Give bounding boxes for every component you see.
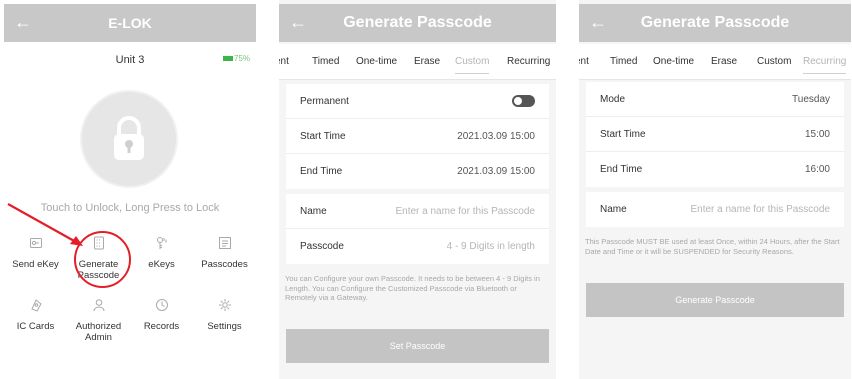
recurring-settings-card: Mode Tuesday Start Time 15:00 End Time 1… <box>586 82 844 187</box>
name-label: Name <box>300 206 327 217</box>
tab-permanent[interactable]: ent <box>279 56 289 67</box>
menu-label: Records <box>143 321 180 332</box>
end-time-row[interactable]: End Time 2021.03.09 15:00 <box>286 154 549 189</box>
name-input[interactable]: Enter a name for this Passcode <box>395 206 535 217</box>
key-icon <box>156 237 166 249</box>
tab-erase[interactable]: Erase <box>711 56 737 67</box>
name-row: Name Enter a name for this Passcode <box>586 192 844 227</box>
passcode-label: Passcode <box>300 241 344 252</box>
name-input[interactable]: Enter a name for this Passcode <box>690 204 830 215</box>
end-time-value: 16:00 <box>804 164 830 175</box>
tab-timed[interactable]: Timed <box>610 56 637 67</box>
records-button[interactable]: Records <box>130 298 193 332</box>
start-time-row[interactable]: Start Time 2021.03.09 15:00 <box>286 119 549 154</box>
passcode-input[interactable]: 4 - 9 Digits in length <box>447 241 535 252</box>
passcode-details-card: Name Enter a name for this Passcode Pass… <box>286 194 549 264</box>
mode-value: Tuesday <box>792 94 830 105</box>
screen-title: Generate Passcode <box>343 14 492 31</box>
screen-header: ← Generate Passcode <box>279 4 556 42</box>
menu-label: IC Cards <box>16 321 55 332</box>
app-header: ← E-LOK <box>4 4 256 42</box>
history-icon <box>155 299 168 311</box>
settings-button[interactable]: Settings <box>193 298 256 332</box>
menu-label: eKeys <box>148 259 175 270</box>
passcode-type-tabs: ent Timed One-time Erase Custom Recurrin… <box>579 44 851 80</box>
gear-icon <box>218 299 231 311</box>
app-title: E-LOK <box>108 15 152 31</box>
generate-passcode-custom-screen: ← Generate Passcode ent Timed One-time E… <box>279 0 556 379</box>
start-time-value: 15:00 <box>804 129 830 140</box>
ic-cards-button[interactable]: IC Cards <box>4 298 67 332</box>
unlock-button[interactable] <box>80 90 178 188</box>
tab-custom[interactable]: Custom <box>757 56 791 67</box>
back-arrow-icon[interactable]: ← <box>289 12 307 33</box>
back-arrow-icon[interactable]: ← <box>14 12 32 33</box>
start-time-value: 2021.03.09 15:00 <box>457 131 535 142</box>
elok-home-screen: ← E-LOK Unit 3 75% Touch to Unlock, Long… <box>4 0 256 379</box>
unit-name: Unit 3 <box>115 54 145 66</box>
tab-custom[interactable]: Custom <box>455 56 490 74</box>
padlock-icon <box>114 116 144 160</box>
screen-title: Generate Passcode <box>640 14 790 31</box>
permanent-toggle[interactable] <box>512 95 535 107</box>
battery-level: 75% <box>233 54 250 63</box>
set-passcode-button[interactable]: Set Passcode <box>286 329 549 363</box>
passcodes-button[interactable]: Passcodes <box>193 236 256 270</box>
end-time-value: 2021.03.09 15:00 <box>457 166 535 177</box>
tab-one-time[interactable]: One-time <box>356 56 397 67</box>
tab-one-time[interactable]: One-time <box>653 56 694 67</box>
screen-header: ← Generate Passcode <box>579 4 851 42</box>
start-time-row[interactable]: Start Time 15:00 <box>586 117 844 152</box>
name-row: Name Enter a name for this Passcode <box>286 194 549 229</box>
menu-label: Settings <box>207 321 242 332</box>
passcode-row: Passcode 4 - 9 Digits in length <box>286 229 549 264</box>
battery-icon <box>222 56 233 61</box>
time-settings-card: Permanent Start Time 2021.03.09 15:00 En… <box>286 84 549 189</box>
admin-icon <box>93 299 104 312</box>
tab-permanent[interactable]: ent <box>579 56 589 67</box>
permanent-row: Permanent <box>286 84 549 119</box>
start-time-label: Start Time <box>600 129 646 140</box>
tab-erase[interactable]: Erase <box>414 56 440 67</box>
generate-passcode-button[interactable]: Generate Passcode <box>586 283 844 317</box>
battery-indicator: 75% <box>222 54 250 63</box>
ekeys-button[interactable]: eKeys <box>130 236 193 270</box>
menu-label: Authorized Admin <box>75 321 122 343</box>
end-time-row[interactable]: End Time 16:00 <box>586 152 844 187</box>
tab-recurring[interactable]: Recurring <box>803 56 847 74</box>
passcode-type-tabs: ent Timed One-time Erase Custom Recurrin… <box>279 44 556 80</box>
name-card: Name Enter a name for this Passcode <box>586 192 844 227</box>
back-arrow-icon[interactable]: ← <box>589 12 607 33</box>
end-time-label: End Time <box>300 166 343 177</box>
card-icon <box>30 299 42 312</box>
tab-recurring[interactable]: Recurring <box>507 56 550 67</box>
list-icon <box>218 237 231 249</box>
end-time-label: End Time <box>600 164 643 175</box>
mode-label: Mode <box>600 94 626 105</box>
permanent-label: Permanent <box>300 96 349 107</box>
start-time-label: Start Time <box>300 131 346 142</box>
recurring-passcode-note: This Passcode MUST BE used at least Once… <box>585 237 840 256</box>
generate-passcode-recurring-screen: ← Generate Passcode ent Timed One-time E… <box>579 0 851 379</box>
authorized-admin-button[interactable]: Authorized Admin <box>67 298 130 343</box>
custom-passcode-note: You can Configure your own Passcode. It … <box>285 274 540 302</box>
red-arrow-icon <box>7 203 83 246</box>
name-label: Name <box>600 204 627 215</box>
menu-label: Passcodes <box>201 259 248 270</box>
tab-timed[interactable]: Timed <box>312 56 339 67</box>
mode-row[interactable]: Mode Tuesday <box>586 82 844 117</box>
